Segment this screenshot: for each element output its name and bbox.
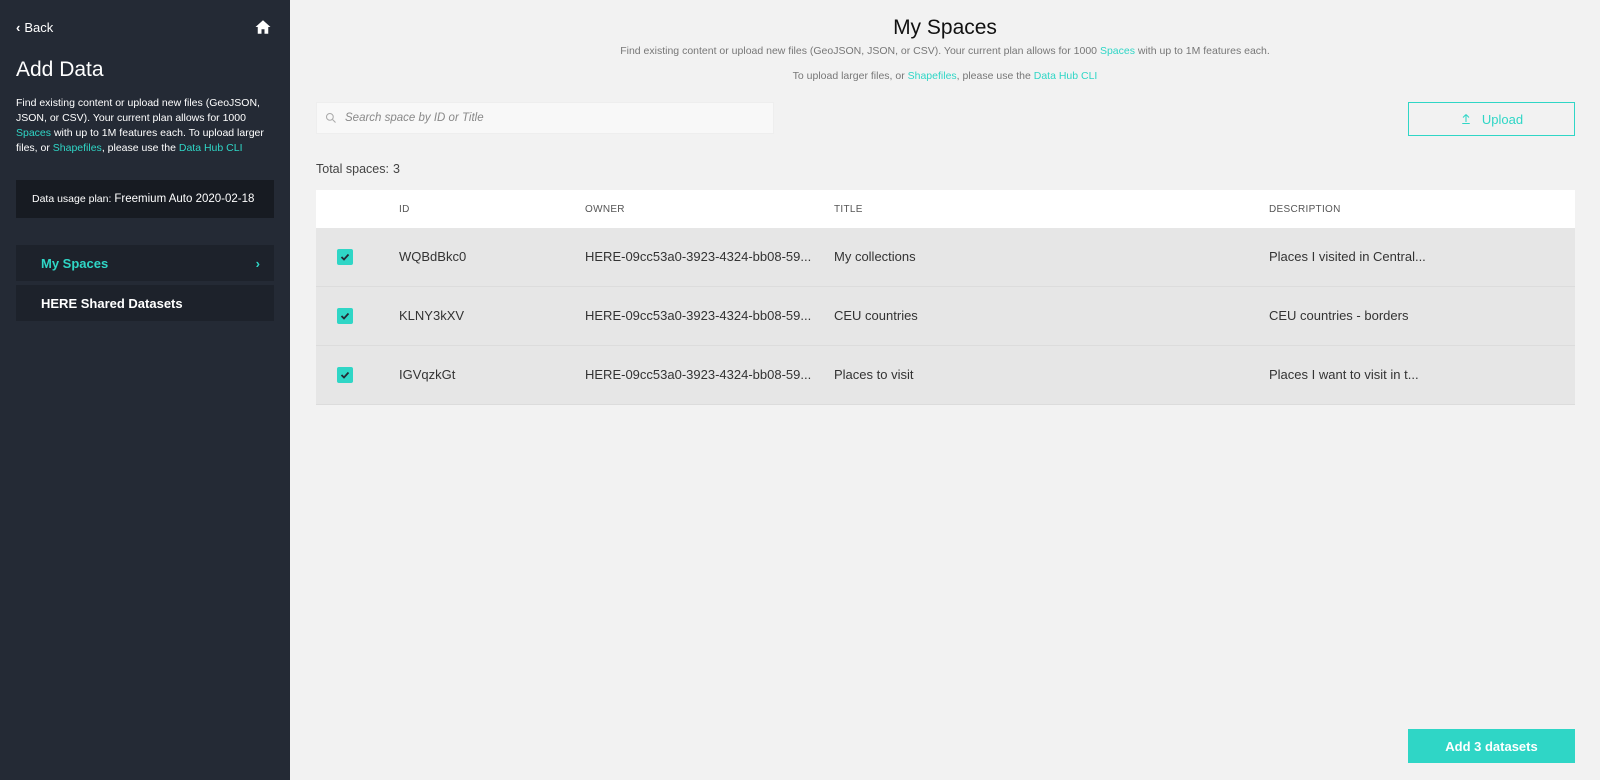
- cell-title: CEU countries: [834, 308, 918, 323]
- table-row[interactable]: WQBdBkc0 HERE-09cc53a0-3923-4324-bb08-59…: [316, 228, 1575, 287]
- total-spaces: Total spaces: 3: [316, 162, 400, 176]
- sidebar-title: Add Data: [16, 58, 104, 81]
- sidebar-item-label: My Spaces: [41, 255, 109, 271]
- upload-icon: [1462, 114, 1470, 125]
- data-usage-plan: Data usage plan: Freemium Auto 2020-02-1…: [16, 180, 274, 218]
- total-label: Total spaces:: [316, 162, 389, 176]
- column-header-title[interactable]: TITLE: [834, 204, 863, 215]
- cell-id: IGVqzkGt: [399, 367, 456, 382]
- row-checkbox[interactable]: [337, 367, 353, 383]
- data-hub-cli-link[interactable]: Data Hub CLI: [179, 142, 243, 154]
- upload-label: Upload: [1481, 111, 1524, 127]
- cell-owner: HERE-09cc53a0-3923-4324-bb08-59...: [585, 249, 812, 264]
- home-icon[interactable]: [254, 18, 272, 36]
- table-row[interactable]: IGVqzkGt HERE-09cc53a0-3923-4324-bb08-59…: [316, 346, 1575, 405]
- shapefiles-link[interactable]: Shapefiles: [53, 142, 102, 154]
- sidebar-item-label: HERE Shared Datasets: [41, 295, 183, 311]
- row-checkbox[interactable]: [337, 308, 353, 324]
- subtitle-text: , please use the: [956, 70, 1034, 82]
- page-subtitle: Find existing content or upload new file…: [290, 45, 1600, 57]
- row-checkbox[interactable]: [337, 249, 353, 265]
- cell-title: Places to visit: [834, 367, 914, 382]
- plan-value: Freemium Auto 2020-02-18: [114, 193, 255, 205]
- sidebar-item-my-spaces[interactable]: My Spaces ›: [16, 245, 274, 281]
- search-icon: [325, 112, 336, 123]
- page-subtitle-2: To upload larger files, or Shapefiles, p…: [290, 70, 1600, 82]
- chevron-left-icon: ‹: [16, 20, 21, 35]
- cell-description: Places I want to visit in t...: [1269, 367, 1419, 382]
- column-header-owner[interactable]: OWNER: [585, 204, 625, 215]
- check-icon: [340, 312, 350, 320]
- total-value: 3: [392, 162, 400, 176]
- sidebar-description: Find existing content or upload new file…: [16, 96, 278, 156]
- cell-description: CEU countries - borders: [1269, 308, 1409, 323]
- search-box: [316, 102, 774, 134]
- sidebar-desc-text: , please use the: [101, 142, 179, 154]
- column-header-id[interactable]: ID: [399, 204, 410, 215]
- spaces-table: ID OWNER TITLE DESCRIPTION WQBdBkc0 HERE…: [316, 190, 1575, 405]
- chevron-right-icon: ›: [255, 255, 260, 271]
- data-hub-cli-link[interactable]: Data Hub CLI: [1034, 70, 1098, 82]
- subtitle-text: To upload larger files, or: [792, 70, 908, 82]
- cell-title: My collections: [834, 249, 916, 264]
- spaces-link[interactable]: Spaces: [1100, 45, 1135, 57]
- column-header-description[interactable]: DESCRIPTION: [1269, 204, 1341, 215]
- check-icon: [340, 371, 350, 379]
- upload-button[interactable]: Upload: [1408, 102, 1575, 136]
- plan-label: Data usage plan:: [32, 193, 112, 205]
- back-link[interactable]: ‹ Back: [16, 20, 53, 35]
- cell-id: WQBdBkc0: [399, 249, 467, 264]
- cell-owner: HERE-09cc53a0-3923-4324-bb08-59...: [585, 308, 812, 323]
- table-row[interactable]: KLNY3kXV HERE-09cc53a0-3923-4324-bb08-59…: [316, 287, 1575, 346]
- shapefiles-link[interactable]: Shapefiles: [908, 70, 957, 82]
- search-input[interactable]: [345, 112, 765, 124]
- sidebar-desc-text: Find existing content or upload new file…: [16, 97, 260, 124]
- sidebar: ‹ Back Add Data Find existing content or…: [0, 0, 290, 780]
- cell-description: Places I visited in Central...: [1269, 249, 1426, 264]
- check-icon: [340, 253, 350, 261]
- page-title: My Spaces: [893, 16, 997, 39]
- subtitle-text: Find existing content or upload new file…: [620, 45, 1100, 57]
- add-datasets-button[interactable]: Add 3 datasets: [1408, 729, 1575, 763]
- sidebar-item-here-shared-datasets[interactable]: HERE Shared Datasets: [16, 285, 274, 321]
- spaces-link[interactable]: Spaces: [16, 127, 51, 139]
- back-label: Back: [24, 20, 54, 35]
- table-header: ID OWNER TITLE DESCRIPTION: [316, 190, 1575, 228]
- subtitle-text: with up to 1M features each.: [1134, 45, 1270, 57]
- cell-id: KLNY3kXV: [399, 308, 465, 323]
- cell-owner: HERE-09cc53a0-3923-4324-bb08-59...: [585, 367, 812, 382]
